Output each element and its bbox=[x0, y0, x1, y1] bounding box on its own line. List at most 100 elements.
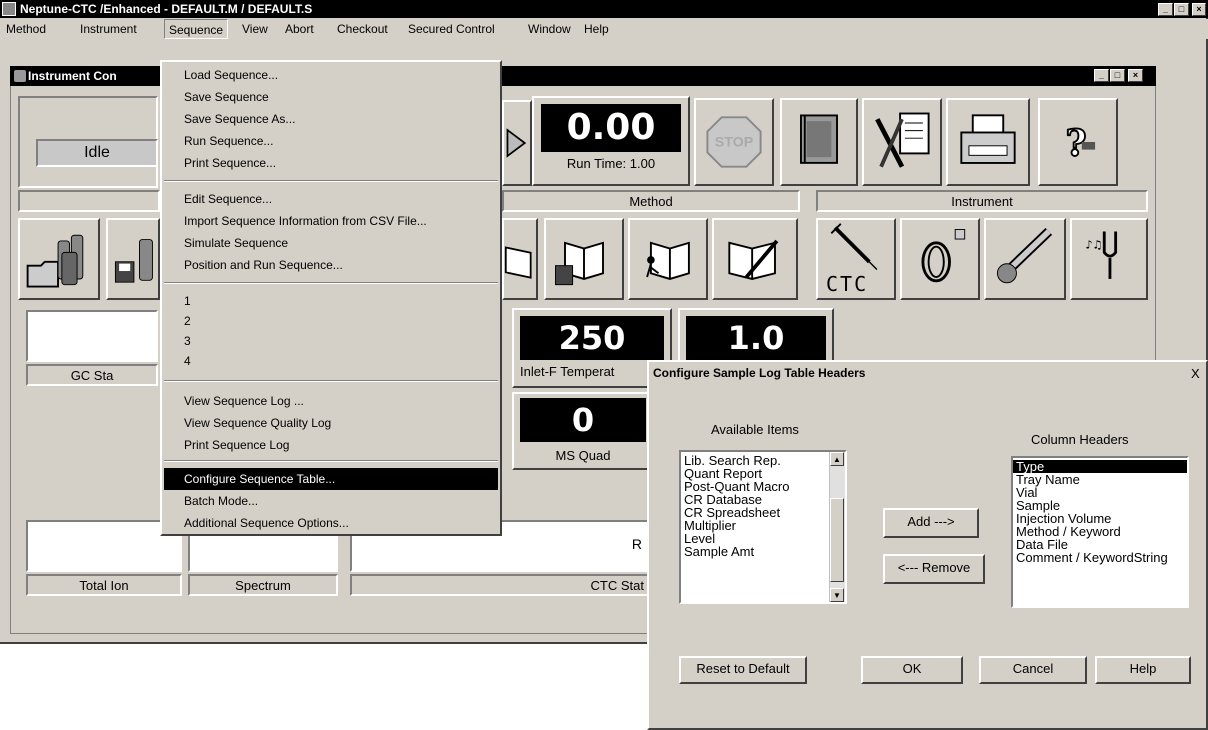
instrument-window-icon bbox=[14, 70, 26, 82]
inlet-value-display: 250 bbox=[520, 316, 664, 360]
menu-save-sequence[interactable]: Save Sequence bbox=[184, 86, 500, 108]
tools-button[interactable] bbox=[862, 98, 942, 186]
menu-edit-sequence[interactable]: Edit Sequence... bbox=[184, 188, 500, 210]
notebook-button[interactable] bbox=[780, 98, 858, 186]
inlet-value: 250 bbox=[558, 319, 626, 357]
folder-vials-icon bbox=[26, 234, 84, 288]
menu-bar: Method Instrument Sequence View Abort Ch… bbox=[0, 19, 1208, 39]
menu-load-sequence[interactable]: Load Sequence... bbox=[184, 64, 500, 86]
dialog-close-icon[interactable]: X bbox=[1191, 366, 1200, 381]
method-save-button[interactable] bbox=[544, 218, 624, 300]
remove-button[interactable]: <--- Remove bbox=[883, 554, 985, 584]
cancel-button[interactable]: Cancel bbox=[979, 656, 1087, 684]
list-item[interactable]: Sample Amt bbox=[681, 545, 829, 558]
column-button[interactable] bbox=[900, 218, 980, 300]
minimize-icon[interactable]: _ bbox=[1158, 3, 1173, 16]
menu-recent-3[interactable]: 3 bbox=[184, 330, 500, 352]
app-icon bbox=[2, 2, 16, 16]
menu-additional-sequence-options[interactable]: Additional Sequence Options... bbox=[184, 512, 500, 534]
scroll-thumb[interactable] bbox=[830, 498, 844, 582]
tune-button[interactable]: ♪♫ bbox=[1070, 218, 1148, 300]
inner-maximize-icon[interactable]: □ bbox=[1110, 69, 1125, 82]
configure-headers-dialog: Configure Sample Log Table Headers X Ava… bbox=[647, 360, 1208, 730]
ctc-status-partial-text: R bbox=[631, 536, 642, 552]
list-item[interactable]: Tray Name bbox=[1013, 473, 1187, 486]
close-icon[interactable]: × bbox=[1192, 3, 1206, 16]
inner-close-icon[interactable]: × bbox=[1128, 69, 1143, 82]
menu-configure-sequence-table[interactable]: Configure Sequence Table... bbox=[164, 468, 498, 490]
menu-recent-2[interactable]: 2 bbox=[184, 310, 500, 332]
list-item[interactable]: Comment / KeywordString bbox=[1013, 551, 1187, 564]
inner-minimize-icon[interactable]: _ bbox=[1094, 69, 1109, 82]
menu-position-run-sequence[interactable]: Position and Run Sequence... bbox=[184, 254, 500, 276]
menu-help[interactable]: Help bbox=[580, 19, 613, 39]
run-value: 0.00 bbox=[566, 107, 656, 148]
menu-recent-1[interactable]: 1 bbox=[184, 290, 500, 312]
menu-print-sequence[interactable]: Print Sequence... bbox=[184, 152, 500, 174]
list-scrollbar[interactable]: ▲ ▼ bbox=[829, 452, 845, 602]
ctc-button[interactable]: CTC bbox=[816, 218, 896, 300]
menu-view-sequence-quality-log[interactable]: View Sequence Quality Log bbox=[184, 412, 500, 434]
scroll-up-icon[interactable]: ▲ bbox=[830, 452, 844, 466]
reset-to-default-button[interactable]: Reset to Default bbox=[679, 656, 807, 684]
stop-icon: STOP bbox=[706, 116, 762, 168]
menu-sequence[interactable]: Sequence bbox=[164, 19, 229, 39]
total-ion-display bbox=[26, 520, 182, 572]
menu-window[interactable]: Window bbox=[524, 19, 575, 39]
dialog-title-bar: Configure Sample Log Table Headers bbox=[649, 362, 1206, 384]
menu-secured-control[interactable]: Secured Control bbox=[404, 19, 499, 39]
menu-print-sequence-log[interactable]: Print Sequence Log bbox=[184, 434, 500, 456]
menu-batch-mode[interactable]: Batch Mode... bbox=[184, 490, 500, 512]
book-icon bbox=[504, 246, 532, 279]
help-icon: ? bbox=[1065, 120, 1096, 165]
help-dialog-button[interactable]: Help bbox=[1095, 656, 1191, 684]
printer-icon bbox=[960, 114, 1016, 164]
method-edit-button[interactable] bbox=[712, 218, 798, 300]
edit-book-icon bbox=[728, 239, 779, 280]
menu-instrument[interactable]: Instrument bbox=[76, 19, 141, 39]
method-open-button[interactable] bbox=[502, 218, 538, 300]
load-sequence-button[interactable] bbox=[18, 218, 100, 300]
run-time-label: Run Time: 1.00 bbox=[566, 156, 656, 171]
play-icon bbox=[506, 128, 527, 158]
notebook-icon bbox=[800, 114, 838, 164]
source-rods-icon bbox=[996, 227, 1053, 284]
menu-view-sequence-log[interactable]: View Sequence Log ... bbox=[184, 390, 500, 412]
ok-button[interactable]: OK bbox=[861, 656, 963, 684]
gc-status-label-box: GC Sta bbox=[26, 364, 158, 386]
menu-import-sequence-csv[interactable]: Import Sequence Information from CSV Fil… bbox=[184, 210, 500, 232]
column-headers-list[interactable]: Type Tray Name Vial Sample Injection Vol… bbox=[1011, 456, 1189, 608]
ctc-status-label-box: CTC Stat bbox=[350, 574, 650, 596]
menu-separator bbox=[164, 380, 498, 382]
menu-simulate-sequence[interactable]: Simulate Sequence bbox=[184, 232, 500, 254]
start-run-button[interactable] bbox=[502, 100, 532, 186]
instrument-control-title: Instrument Con bbox=[28, 69, 117, 83]
stop-button[interactable]: STOP bbox=[694, 98, 774, 186]
tools-icon bbox=[875, 112, 930, 168]
ms-quad-value: 0 bbox=[571, 401, 595, 439]
print-button[interactable] bbox=[946, 98, 1030, 186]
help-button[interactable]: ? bbox=[1038, 98, 1118, 186]
menu-separator bbox=[164, 282, 498, 284]
menu-run-sequence[interactable]: Run Sequence... bbox=[184, 130, 500, 152]
instrument-section-header: Instrument bbox=[816, 190, 1148, 212]
add-button[interactable]: Add ---> bbox=[883, 508, 979, 538]
menu-save-sequence-as[interactable]: Save Sequence As... bbox=[184, 108, 500, 130]
method-run-button[interactable] bbox=[628, 218, 708, 300]
instrument-header-label: Instrument bbox=[951, 194, 1013, 209]
source-button[interactable] bbox=[984, 218, 1066, 300]
menu-method[interactable]: Method bbox=[2, 19, 50, 39]
gc-status-label: GC Sta bbox=[70, 368, 114, 383]
maximize-icon[interactable]: □ bbox=[1174, 3, 1189, 16]
window-title: Neptune-CTC /Enhanced - DEFAULT.M / DEFA… bbox=[20, 2, 313, 16]
save-sequence-button[interactable] bbox=[106, 218, 160, 300]
method-section-header: Method bbox=[502, 190, 800, 212]
menu-view[interactable]: View bbox=[238, 19, 272, 39]
total-ion-label-box: Total Ion bbox=[26, 574, 182, 596]
menu-checkout[interactable]: Checkout bbox=[333, 19, 392, 39]
tuning-fork-icon: ♪♫ bbox=[1085, 231, 1118, 279]
scroll-down-icon[interactable]: ▼ bbox=[830, 588, 844, 602]
menu-recent-4[interactable]: 4 bbox=[184, 350, 500, 372]
available-items-list[interactable]: Lib. Search Rep. Quant Report Post-Quant… bbox=[679, 450, 847, 604]
menu-abort[interactable]: Abort bbox=[281, 19, 318, 39]
